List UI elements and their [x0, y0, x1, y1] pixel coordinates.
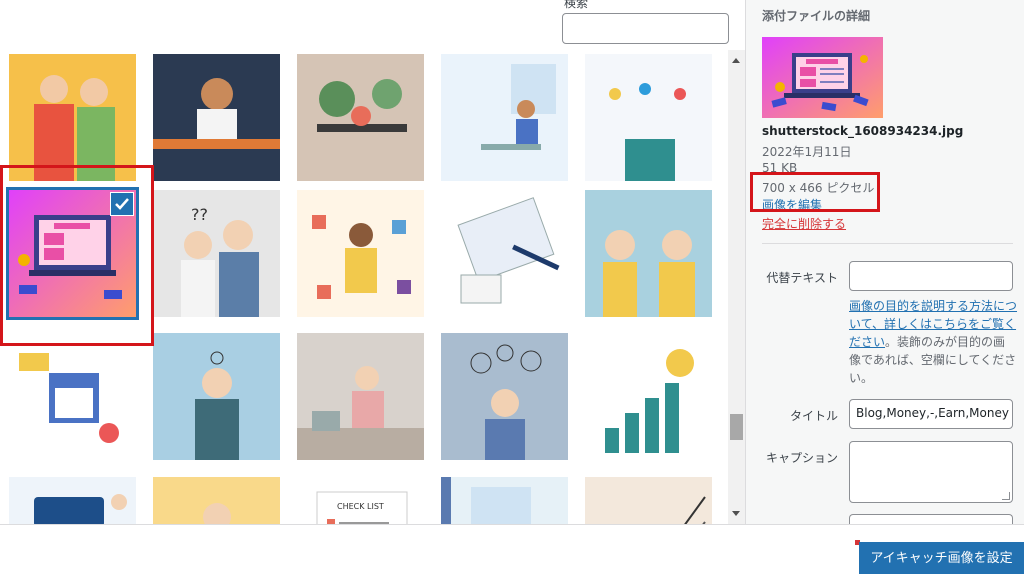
caption-textarea[interactable] [849, 441, 1013, 503]
blog-laptop-preview-image [762, 37, 883, 118]
media-tile[interactable] [9, 477, 136, 524]
svg-text:??: ?? [191, 205, 208, 224]
media-tile[interactable] [441, 54, 568, 181]
alt-text-label: 代替テキスト [766, 271, 838, 285]
media-tile[interactable] [585, 54, 712, 181]
attachment-filename: shutterstock_1608934234.jpg [762, 124, 964, 138]
thumb-arrows-growth [585, 477, 712, 524]
scroll-thumb[interactable] [730, 414, 743, 440]
scroll-up-icon[interactable] [732, 58, 740, 63]
thumb-plants-desk [297, 54, 424, 181]
attachment-date: 2022年1月11日 [762, 145, 852, 159]
thumb-stressed-woman [153, 477, 280, 524]
media-tile[interactable] [153, 54, 280, 181]
caption-label: キャプション [765, 451, 838, 465]
highlight-box-details [750, 172, 880, 212]
media-tile[interactable] [297, 333, 424, 460]
set-featured-image-button[interactable]: アイキャッチ画像を設定 [859, 542, 1024, 574]
attachment-preview [762, 37, 883, 118]
thumb-woman-working-window [441, 54, 568, 181]
media-tile[interactable]: CHECK LIST [297, 477, 424, 524]
media-tile[interactable] [585, 333, 712, 460]
media-tile[interactable] [153, 333, 280, 460]
thumb-thinking-woman-desk [153, 54, 280, 181]
search-input[interactable] [562, 13, 729, 44]
media-tile[interactable] [585, 477, 712, 524]
media-tile[interactable] [297, 190, 424, 317]
title-label: タイトル [789, 409, 838, 423]
thumb-online-shopping [9, 333, 136, 460]
media-modal: 検索 ?? CHECK LIST 添付ファイルの詳細 shutterstock_… [0, 0, 1024, 583]
media-tile[interactable]: ?? [153, 190, 280, 317]
scrollbar[interactable] [728, 50, 745, 524]
delete-permanently-link[interactable]: 完全に削除する [762, 215, 846, 232]
media-tile[interactable] [153, 477, 280, 524]
media-tile[interactable] [441, 333, 568, 460]
media-tile[interactable] [441, 190, 568, 317]
scroll-down-icon[interactable] [732, 511, 740, 516]
media-tile[interactable] [297, 54, 424, 181]
thumb-stressed-man [153, 333, 280, 460]
thumb-checklist: CHECK LIST [297, 477, 424, 524]
media-tile[interactable] [9, 54, 136, 181]
modal-footer: アイキャッチ画像を設定 [0, 524, 1024, 583]
thumb-bulb-chart [585, 333, 712, 460]
thumb-couple-thumbs-down [9, 54, 136, 181]
highlight-box-selected [0, 165, 154, 346]
thumb-shocked-women [585, 190, 712, 317]
media-tile[interactable] [441, 477, 568, 524]
panel-divider [762, 243, 1013, 244]
search-label: 検索 [564, 0, 589, 10]
thumb-woman-thoughts [441, 333, 568, 460]
thumb-woman-puzzle [297, 190, 424, 317]
thumb-woman-reading-paper [297, 333, 424, 460]
resize-handle-icon[interactable] [1002, 492, 1010, 500]
alt-text-input[interactable] [849, 261, 1013, 291]
thumb-chat-bubble [9, 477, 136, 524]
title-input[interactable]: Blog,Money,-,Earn,Money [849, 399, 1013, 429]
attachment-details-title: 添付ファイルの詳細 [762, 9, 871, 23]
thumb-room-window [441, 477, 568, 524]
media-tile[interactable] [9, 333, 136, 460]
attachment-details-panel: 添付ファイルの詳細 shutterstock_1608934234.jpg 20… [745, 0, 1024, 526]
svg-text:CHECK LIST: CHECK LIST [337, 502, 384, 511]
media-tile[interactable] [585, 190, 712, 317]
thumb-people-jumping [585, 54, 712, 181]
thumb-confused-couple: ?? [153, 190, 280, 317]
thumb-documents-pen [441, 190, 568, 317]
alt-text-help: 画像の目的を説明する方法について、詳しくはこちらをご覧ください。装飾のみが目的の… [849, 297, 1017, 387]
